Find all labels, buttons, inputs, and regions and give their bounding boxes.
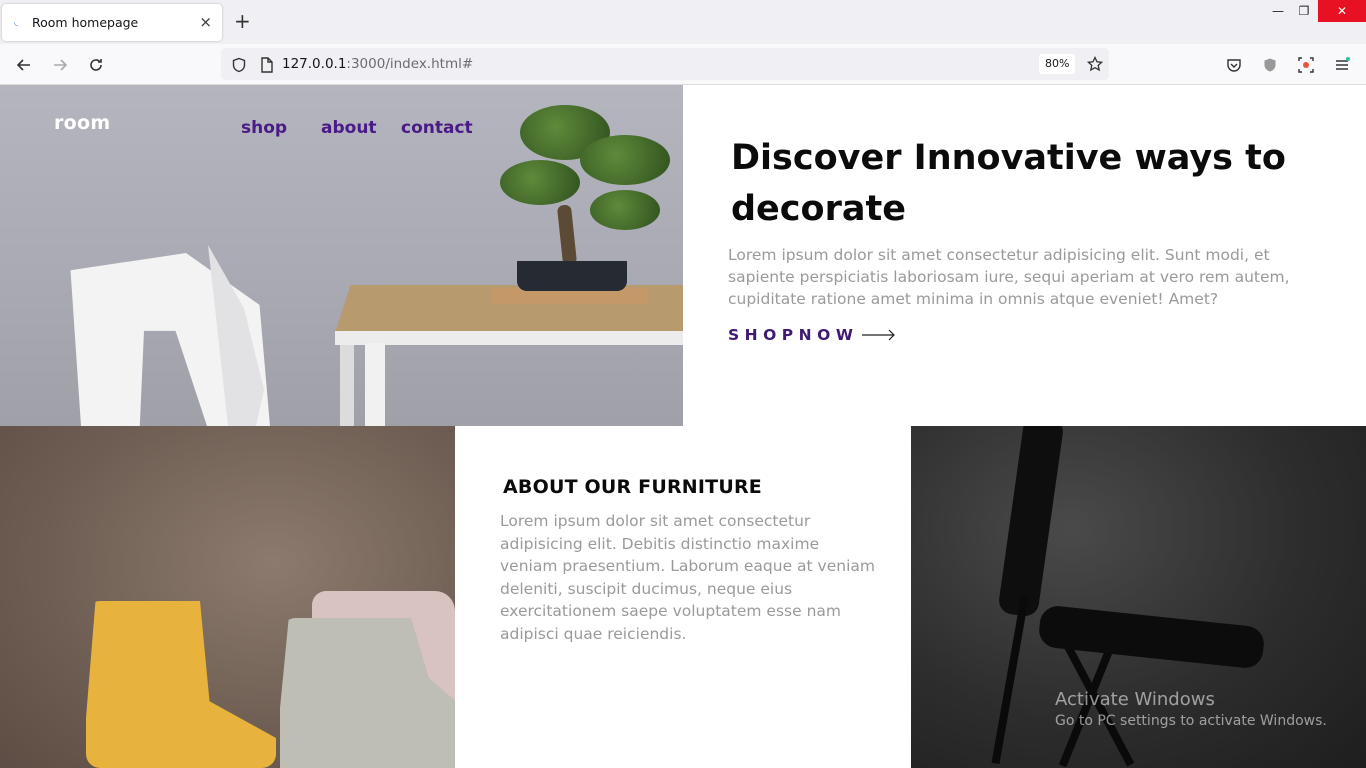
hero-image: room shop about contact xyxy=(0,85,683,426)
reload-icon[interactable] xyxy=(84,53,108,77)
browser-tab[interactable]: ◟ Room homepage × xyxy=(2,4,222,41)
new-tab-button[interactable]: + xyxy=(234,10,251,32)
url-text[interactable]: 127.0.0.1:3000/index.html# xyxy=(282,56,473,72)
tab-title: Room homepage xyxy=(32,15,139,30)
shop-now-link[interactable]: SHOPNOW xyxy=(728,326,896,344)
yellow-chair-shape xyxy=(86,601,276,768)
nav-link-shop[interactable]: shop xyxy=(241,118,287,138)
loading-icon: ◟ xyxy=(14,16,18,28)
table-leg-shape xyxy=(340,335,354,426)
about-section: ABOUT OUR FURNITURE Lorem ipsum dolor si… xyxy=(455,426,911,768)
arrow-right-icon xyxy=(862,329,896,341)
browser-tab-strip: ◟ Room homepage × + — ❐ ✕ xyxy=(0,0,1366,44)
activate-windows-title: Activate Windows xyxy=(1055,689,1215,710)
screenshot-icon[interactable] xyxy=(1294,53,1318,77)
url-host: 127.0.0.1 xyxy=(282,56,347,72)
forward-icon[interactable] xyxy=(48,53,72,77)
table-leg-shape xyxy=(365,343,385,426)
url-path: :3000/index.html# xyxy=(346,56,474,72)
tab-close-icon[interactable]: × xyxy=(199,13,212,31)
bonsai-foliage-shape xyxy=(580,135,670,185)
site-logo[interactable]: room xyxy=(54,112,110,134)
dark-chair-back-shape xyxy=(997,426,1065,618)
hero-text-panel: Discover Innovative ways to decorate Lor… xyxy=(683,85,1366,426)
bonsai-trunk-shape xyxy=(556,204,578,266)
browser-toolbar: 127.0.0.1:3000/index.html# 80% xyxy=(0,44,1366,85)
nav-link-contact[interactable]: contact xyxy=(401,118,473,138)
bonsai-pot-shape xyxy=(517,261,627,291)
about-title: ABOUT OUR FURNITURE xyxy=(503,476,762,498)
shield-icon[interactable] xyxy=(227,53,251,77)
hero-description: Lorem ipsum dolor sit amet consectetur a… xyxy=(728,246,1290,308)
star-icon[interactable] xyxy=(1083,52,1107,76)
activate-windows-subtitle: Go to PC settings to activate Windows. xyxy=(1055,713,1327,729)
bonsai-foliage-shape xyxy=(500,160,580,205)
url-bar[interactable]: 127.0.0.1:3000/index.html# 80% xyxy=(221,48,1109,80)
page-content: room shop about contact Discover Innovat… xyxy=(0,85,1366,768)
pocket-icon[interactable] xyxy=(1222,53,1246,77)
bonsai-foliage-shape xyxy=(590,190,660,230)
zoom-level[interactable]: 80% xyxy=(1039,54,1076,74)
window-close-button[interactable]: ✕ xyxy=(1318,0,1366,22)
table-edge-shape xyxy=(335,331,683,345)
hero-title: Discover Innovative ways to decorate xyxy=(731,138,1286,229)
extension-shield-icon[interactable] xyxy=(1258,53,1282,77)
back-icon[interactable] xyxy=(12,53,36,77)
colored-chairs-image xyxy=(0,426,455,768)
nav-link-about[interactable]: about xyxy=(321,118,377,138)
menu-icon[interactable] xyxy=(1330,53,1354,77)
activate-windows-watermark: Activate Windows Go to PC settings to ac… xyxy=(1055,689,1327,729)
page-icon[interactable] xyxy=(255,53,279,77)
shop-now-label: SHOPNOW xyxy=(728,326,859,344)
about-description: Lorem ipsum dolor sit amet consectetur a… xyxy=(500,512,875,643)
dark-chair-leg-shape xyxy=(991,595,1029,765)
